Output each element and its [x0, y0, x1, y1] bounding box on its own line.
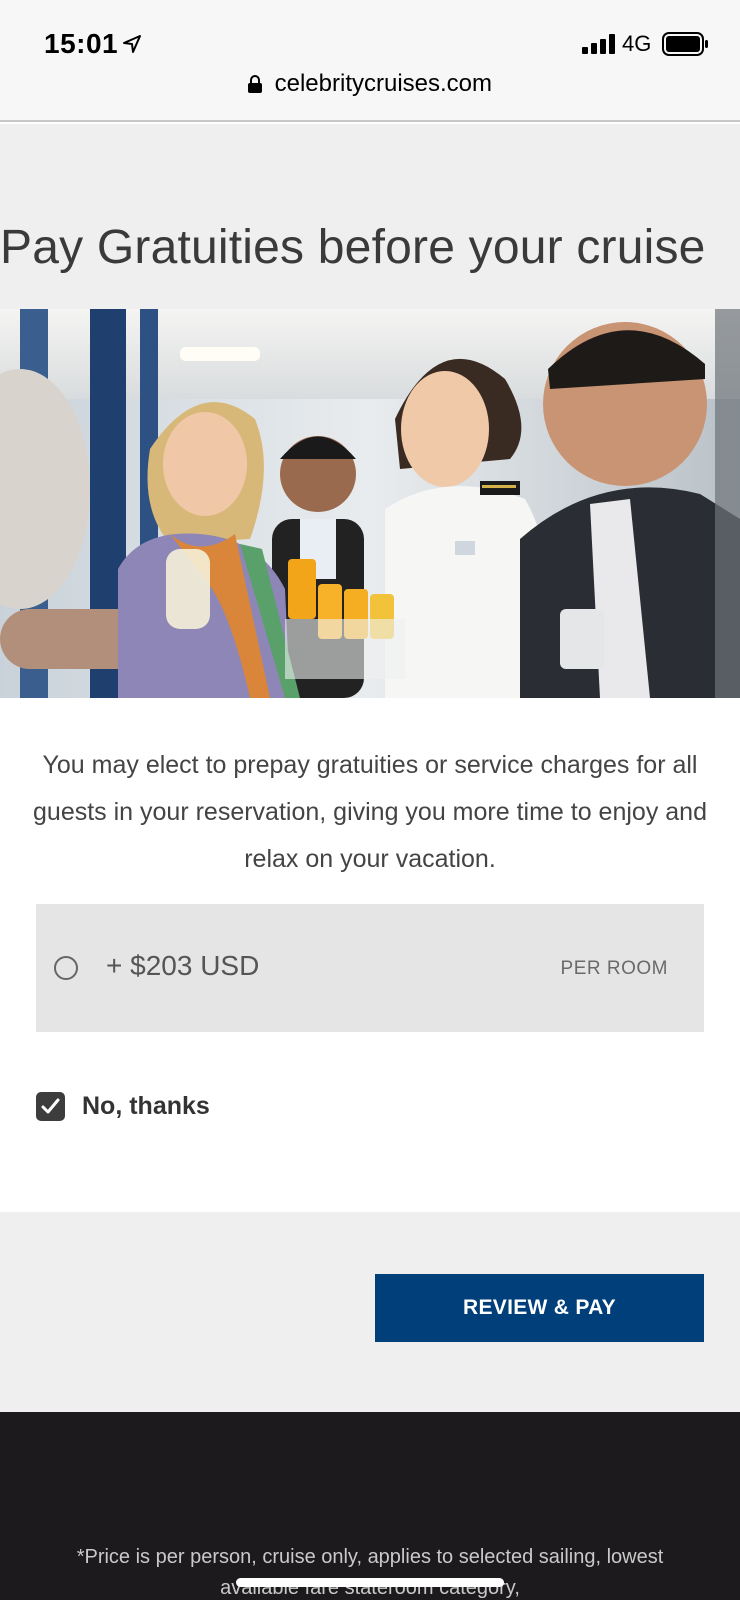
gratuity-description: You may elect to prepay gratuities or se…: [33, 751, 707, 873]
price-disclaimer: *Price is per person, cruise only, appli…: [76, 1546, 664, 1599]
home-indicator[interactable]: [236, 1578, 504, 1587]
checkmark-icon: [41, 1098, 60, 1114]
lock-icon: [247, 75, 262, 93]
action-section: REVIEW & PAY: [0, 1212, 740, 1412]
network-type: 4G: [622, 31, 652, 56]
footer: *Price is per person, cruise only, appli…: [0, 1412, 740, 1600]
review-and-pay-button[interactable]: REVIEW & PAY: [375, 1274, 704, 1342]
status-bar: 15:01 4G celebritycruises.com: [0, 0, 740, 122]
location-arrow-icon: [123, 35, 141, 53]
hero-image: [0, 309, 740, 698]
heading-section: Pay Gratuities before your cruise: [0, 124, 740, 309]
price-unit-label: PER ROOM: [560, 958, 668, 979]
clock: 15:01: [44, 28, 119, 59]
battery-icon: [662, 32, 708, 56]
page-title: Pay Gratuities before your cruise: [0, 221, 706, 274]
url-text: celebritycruises.com: [274, 70, 493, 97]
hero-illustration: [0, 309, 740, 698]
address-bar[interactable]: celebritycruises.com: [0, 70, 740, 98]
cellular-signal-icon: [582, 34, 615, 54]
gratuity-price: + $203 USD: [106, 950, 260, 981]
no-thanks-checkbox[interactable]: [36, 1092, 65, 1121]
prepay-radio-button[interactable]: [54, 956, 78, 980]
no-thanks-label: No, thanks: [82, 1092, 210, 1120]
prepay-gratuity-option[interactable]: + $203 USD PER ROOM: [36, 904, 704, 1032]
